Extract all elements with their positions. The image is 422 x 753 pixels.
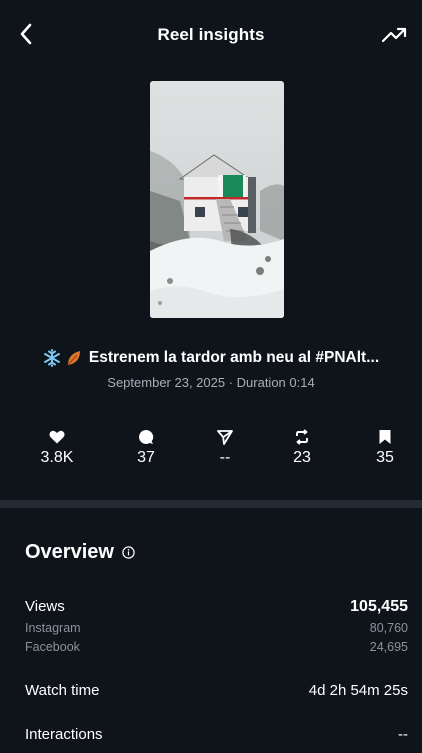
stat-saves-value: 35 <box>376 449 394 466</box>
interactions-label: Interactions <box>25 726 103 743</box>
send-icon <box>217 430 233 445</box>
interactions-value: -- <box>398 726 408 743</box>
overview-info-button[interactable] <box>122 546 135 559</box>
views-value: 105,455 <box>350 598 408 615</box>
instagram-label: Instagram <box>25 621 81 635</box>
stat-likes-value: 3.8K <box>40 449 74 466</box>
reel-thumbnail[interactable] <box>150 81 284 318</box>
stat-reposts-value: 23 <box>293 449 311 466</box>
interactions-row[interactable]: Interactions -- <box>25 726 408 744</box>
page-title: Reel insights <box>157 25 265 44</box>
overview-title: Overview <box>25 541 114 563</box>
section-divider <box>0 500 422 508</box>
reel-date-duration: September 23, 2025 · Duration 0:14 <box>107 375 315 390</box>
stat-comments[interactable]: 37 <box>116 427 176 467</box>
reel-caption: Estrenem la tardor amb neu al #PNAlt... <box>0 349 422 367</box>
instagram-views-row: Instagram 80,760 <box>25 621 408 635</box>
watch-time-value: 4d 2h 54m 25s <box>308 682 408 699</box>
trends-button[interactable] <box>380 22 410 48</box>
stat-shares-value: -- <box>219 449 231 466</box>
facebook-label: Facebook <box>25 640 80 654</box>
views-label: Views <box>25 598 65 615</box>
views-row[interactable]: Views 105,455 <box>25 598 408 616</box>
stat-reposts[interactable]: 23 <box>272 427 332 467</box>
stat-comments-value: 37 <box>137 449 155 466</box>
trending-up-icon <box>381 27 407 43</box>
overview-heading: Overview <box>25 541 135 564</box>
heart-icon <box>49 430 65 444</box>
info-icon <box>122 546 135 559</box>
repost-icon <box>296 429 308 445</box>
stat-likes[interactable]: 3.8K <box>27 427 87 467</box>
facebook-views-row: Facebook 24,695 <box>25 640 408 654</box>
comment-icon <box>139 429 154 444</box>
bookmark-icon <box>379 430 391 444</box>
reel-thumbnail-image <box>150 81 284 318</box>
app-header: Reel insights <box>0 0 422 70</box>
reel-emojis <box>43 349 83 367</box>
stat-saves[interactable]: 35 <box>355 427 415 467</box>
facebook-value: 24,695 <box>369 640 408 654</box>
engagement-stats: 3.8K 37 -- 23 35 <box>20 427 408 477</box>
instagram-value: 80,760 <box>369 621 408 635</box>
watch-time-row[interactable]: Watch time 4d 2h 54m 25s <box>25 682 408 700</box>
snowflake-icon <box>43 349 60 367</box>
reel-title-text: Estrenem la tardor amb neu al #PNAlt... <box>88 349 380 366</box>
leaf-icon <box>67 351 80 366</box>
stat-shares[interactable]: -- <box>195 427 255 467</box>
watch-time-label: Watch time <box>25 682 100 699</box>
